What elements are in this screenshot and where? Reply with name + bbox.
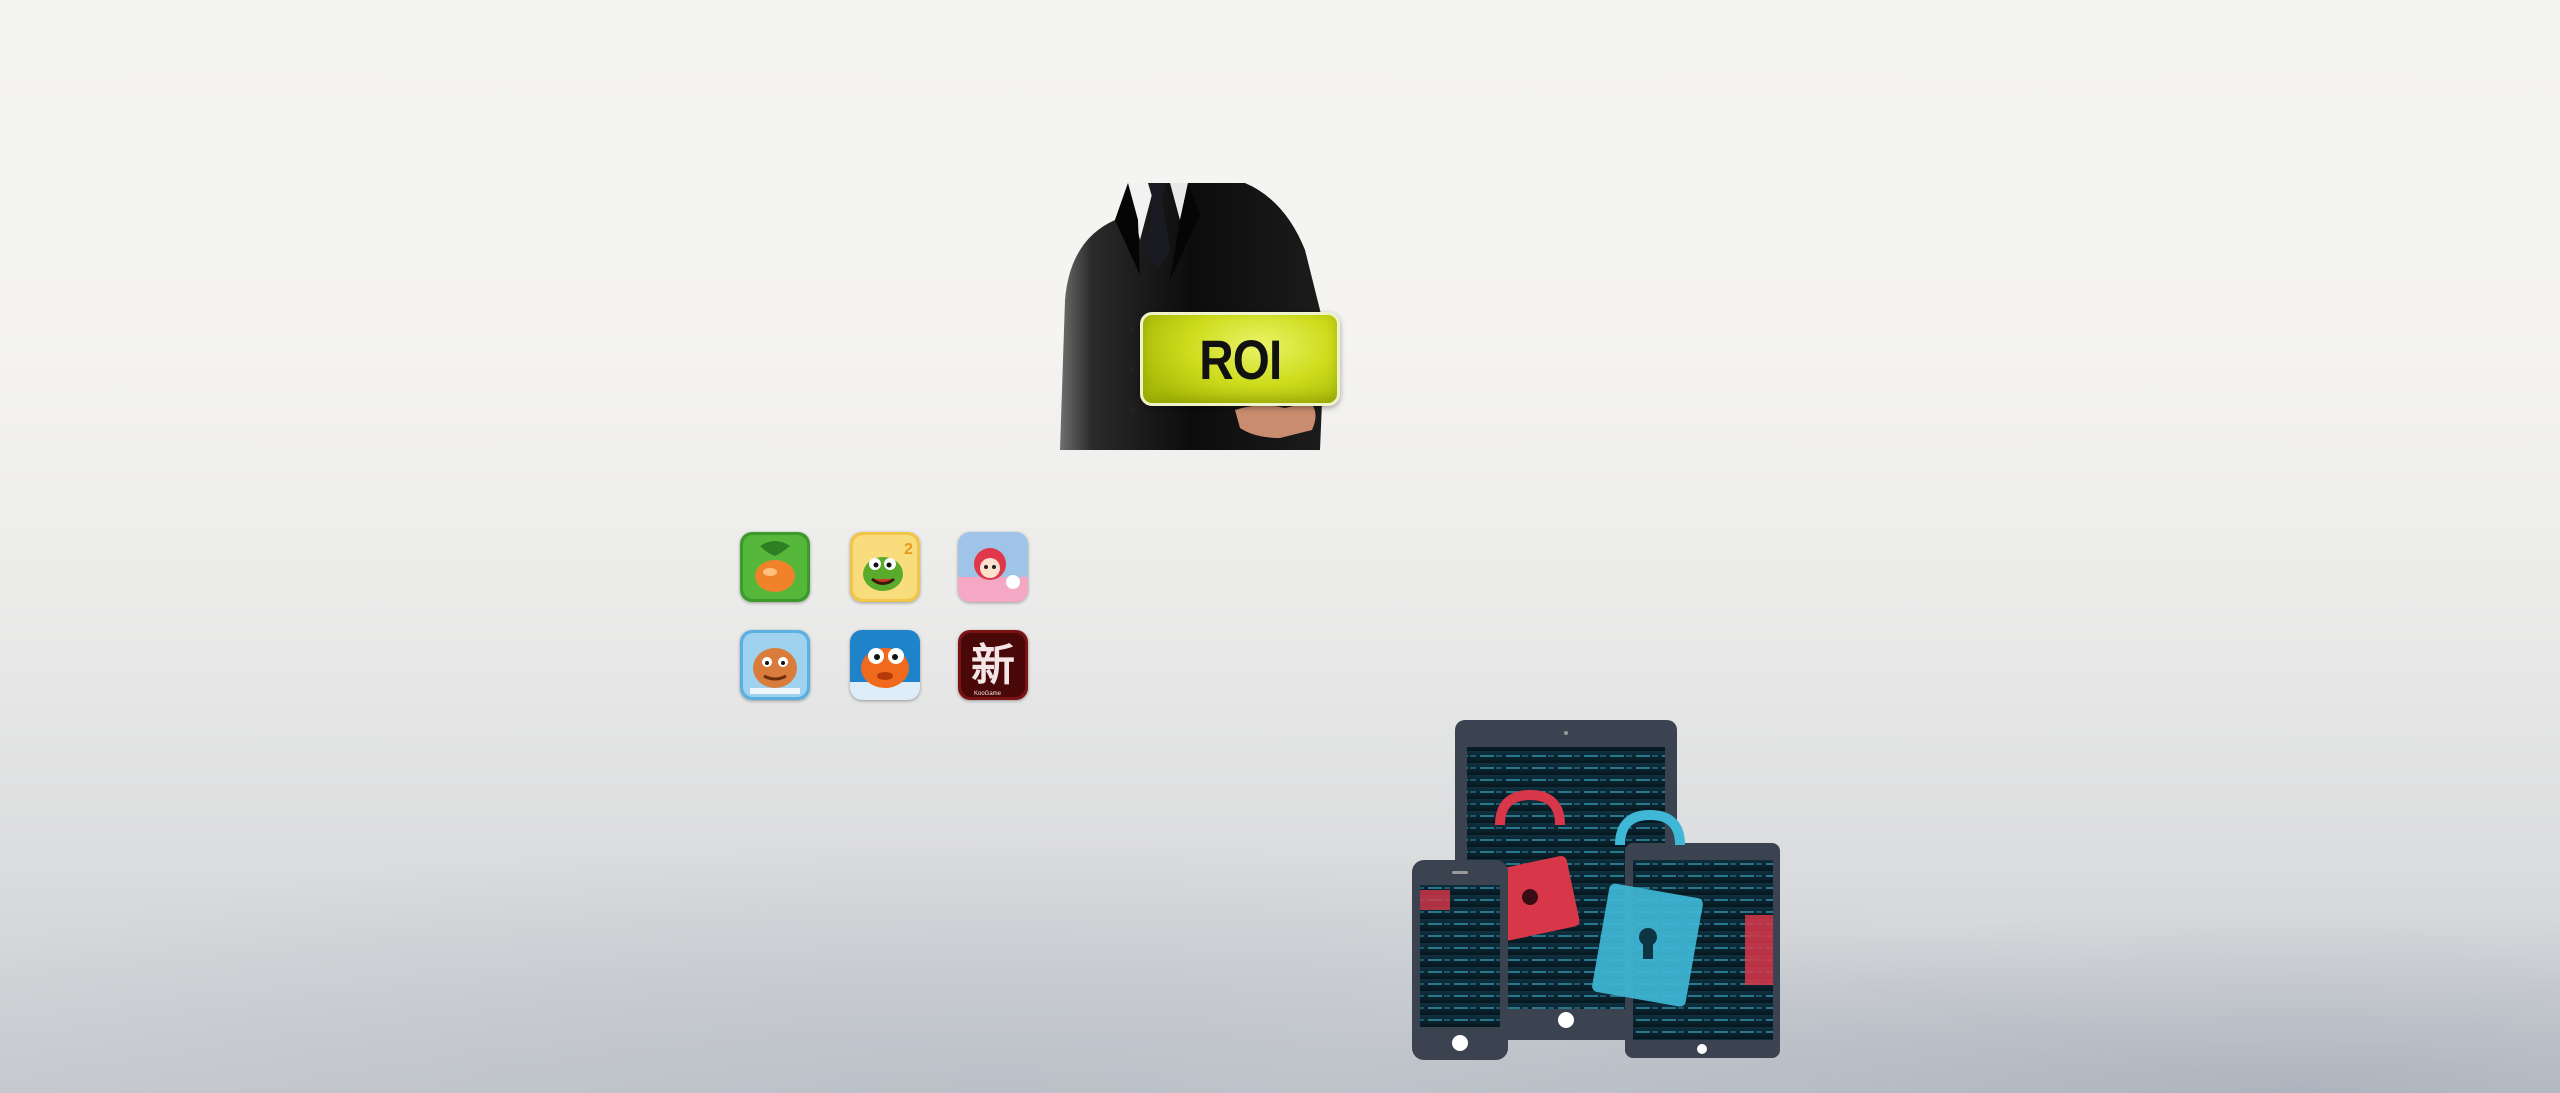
roi-button-label: ROI (1198, 327, 1282, 391)
om-nom-game-icon[interactable]: 2 (850, 532, 920, 602)
dragon-game-icon[interactable] (740, 630, 810, 700)
koogame-caption: KooGame (974, 691, 1002, 697)
xin-glyph: 新 (971, 640, 1015, 691)
devices-illustration (1412, 720, 1780, 1060)
roi-button[interactable]: ROI (1140, 312, 1340, 406)
svg-text:2: 2 (904, 541, 913, 558)
anime-girl-game-icon[interactable] (958, 532, 1028, 602)
game-icon-grid: 2 新 KooGame (740, 532, 1030, 702)
secure-devices-image (1400, 715, 1790, 1065)
roi-hero-image: ROI (1020, 180, 1360, 450)
orange-fish-game-icon[interactable] (850, 630, 920, 700)
carrot-game-icon[interactable] (740, 532, 810, 602)
phone-icon (1412, 860, 1508, 1060)
xin-calligraphy-game-icon[interactable]: 新 KooGame (958, 630, 1028, 700)
